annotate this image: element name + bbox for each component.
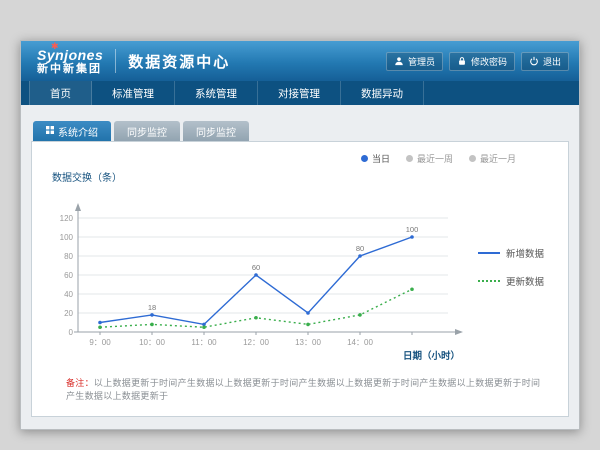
legend-new-data[interactable]: 新增数据 (478, 246, 552, 260)
dot-icon (361, 155, 368, 162)
grid-icon (46, 126, 54, 137)
svg-text:12：00: 12：00 (243, 338, 269, 347)
change-password-button[interactable]: 修改密码 (449, 52, 515, 71)
admin-user-label: 管理员 (408, 55, 435, 68)
svg-text:日期（小时）: 日期（小时） (403, 350, 460, 362)
svg-text:100: 100 (406, 225, 419, 234)
tab-sync-monitor-1[interactable]: 同步监控 (114, 121, 180, 141)
app-header: ✱ Synjones 新中新集团 数据资源中心 管理员 修改密码 (21, 41, 579, 81)
tab-bar: 系统介绍 同步监控 同步监控 (31, 121, 569, 141)
svg-text:0: 0 (69, 328, 74, 337)
filter-last-week[interactable]: 最近一周 (406, 152, 453, 165)
logo-flower-icon: ✱ (51, 41, 59, 51)
header-divider (115, 49, 116, 73)
dot-icon (469, 155, 476, 162)
tab-label: 同步监控 (127, 124, 167, 139)
filter-today[interactable]: 当日 (361, 152, 390, 165)
filter-label: 当日 (372, 152, 390, 165)
legend-label: 新增数据 (506, 246, 544, 260)
page-title: 数据资源中心 (128, 51, 230, 72)
logout-label: 退出 (543, 55, 561, 68)
svg-text:9：00: 9：00 (89, 338, 111, 347)
change-password-label: 修改密码 (471, 55, 507, 68)
nav-item-connect-mgmt[interactable]: 对接管理 (258, 81, 341, 105)
line-chart: 0 20 40 60 80 100 120 9：00 10：00 11：00 12：00 13：00 1… (48, 194, 478, 364)
legend-label: 更新数据 (506, 274, 544, 288)
svg-text:80: 80 (356, 244, 364, 253)
footnote-text: 以上数据更新于时间产生数据以上数据更新于时间产生数据以上数据更新于时间产生数据以… (66, 378, 540, 401)
tab-label: 同步监控 (196, 124, 236, 139)
dotted-line-icon (478, 280, 500, 282)
nav-item-standard-mgmt[interactable]: 标准管理 (92, 81, 175, 105)
app-window: ✱ Synjones 新中新集团 数据资源中心 管理员 修改密码 (20, 40, 580, 430)
svg-text:40: 40 (64, 290, 73, 299)
filter-label: 最近一月 (480, 152, 516, 165)
legend-update-data[interactable]: 更新数据 (478, 274, 552, 288)
content-area: 系统介绍 同步监控 同步监控 当日 最近一周 (21, 105, 579, 429)
chart-panel: 当日 最近一周 最近一月 数据交换（条） 0 20 40 60 80 100 120 9：00… (31, 141, 569, 417)
user-icon (394, 56, 404, 66)
nav-item-system-mgmt[interactable]: 系统管理 (175, 81, 258, 105)
svg-text:60: 60 (252, 263, 260, 272)
main-nav: 首页 标准管理 系统管理 对接管理 数据异动 (21, 81, 579, 105)
range-filter-legend: 当日 最近一周 最近一月 (48, 148, 552, 165)
tab-label: 系统介绍 (58, 124, 98, 139)
chart-row: 0 20 40 60 80 100 120 9：00 10：00 11：00 12：00 13：00 1… (48, 184, 552, 374)
nav-item-data-change[interactable]: 数据异动 (341, 81, 424, 105)
header-actions: 管理员 修改密码 退出 (386, 52, 569, 71)
tab-system-intro[interactable]: 系统介绍 (33, 121, 111, 141)
svg-text:18: 18 (148, 303, 156, 312)
svg-text:11：00: 11：00 (191, 338, 217, 347)
filter-last-month[interactable]: 最近一月 (469, 152, 516, 165)
nav-item-home[interactable]: 首页 (29, 81, 92, 105)
logo: ✱ Synjones 新中新集团 (31, 47, 103, 76)
lock-icon (457, 56, 467, 66)
logo-text: Synjones (37, 47, 103, 63)
logo-subtext: 新中新集团 (37, 63, 103, 76)
logout-button[interactable]: 退出 (521, 52, 569, 71)
svg-text:13：00: 13：00 (295, 338, 321, 347)
svg-text:120: 120 (60, 214, 74, 223)
svg-text:10：00: 10：00 (139, 338, 165, 347)
filter-label: 最近一周 (417, 152, 453, 165)
footnote-label: 备注： (66, 378, 94, 388)
y-axis-title: 数据交换（条） (52, 169, 552, 184)
dot-icon (406, 155, 413, 162)
chart-svg: 0 20 40 60 80 100 120 9：00 10：00 11：00 12：00 13：00 1… (48, 194, 478, 364)
admin-user-button[interactable]: 管理员 (386, 52, 443, 71)
svg-text:80: 80 (64, 252, 73, 261)
svg-text:100: 100 (60, 233, 74, 242)
footnote: 备注：以上数据更新于时间产生数据以上数据更新于时间产生数据以上数据更新于时间产生… (48, 374, 552, 408)
series-legend: 新增数据 更新数据 (478, 246, 552, 312)
svg-text:20: 20 (64, 309, 73, 318)
svg-text:60: 60 (64, 271, 73, 280)
tab-sync-monitor-2[interactable]: 同步监控 (183, 121, 249, 141)
svg-text:14：00: 14：00 (347, 338, 373, 347)
power-icon (529, 56, 539, 66)
solid-line-icon (478, 252, 500, 254)
